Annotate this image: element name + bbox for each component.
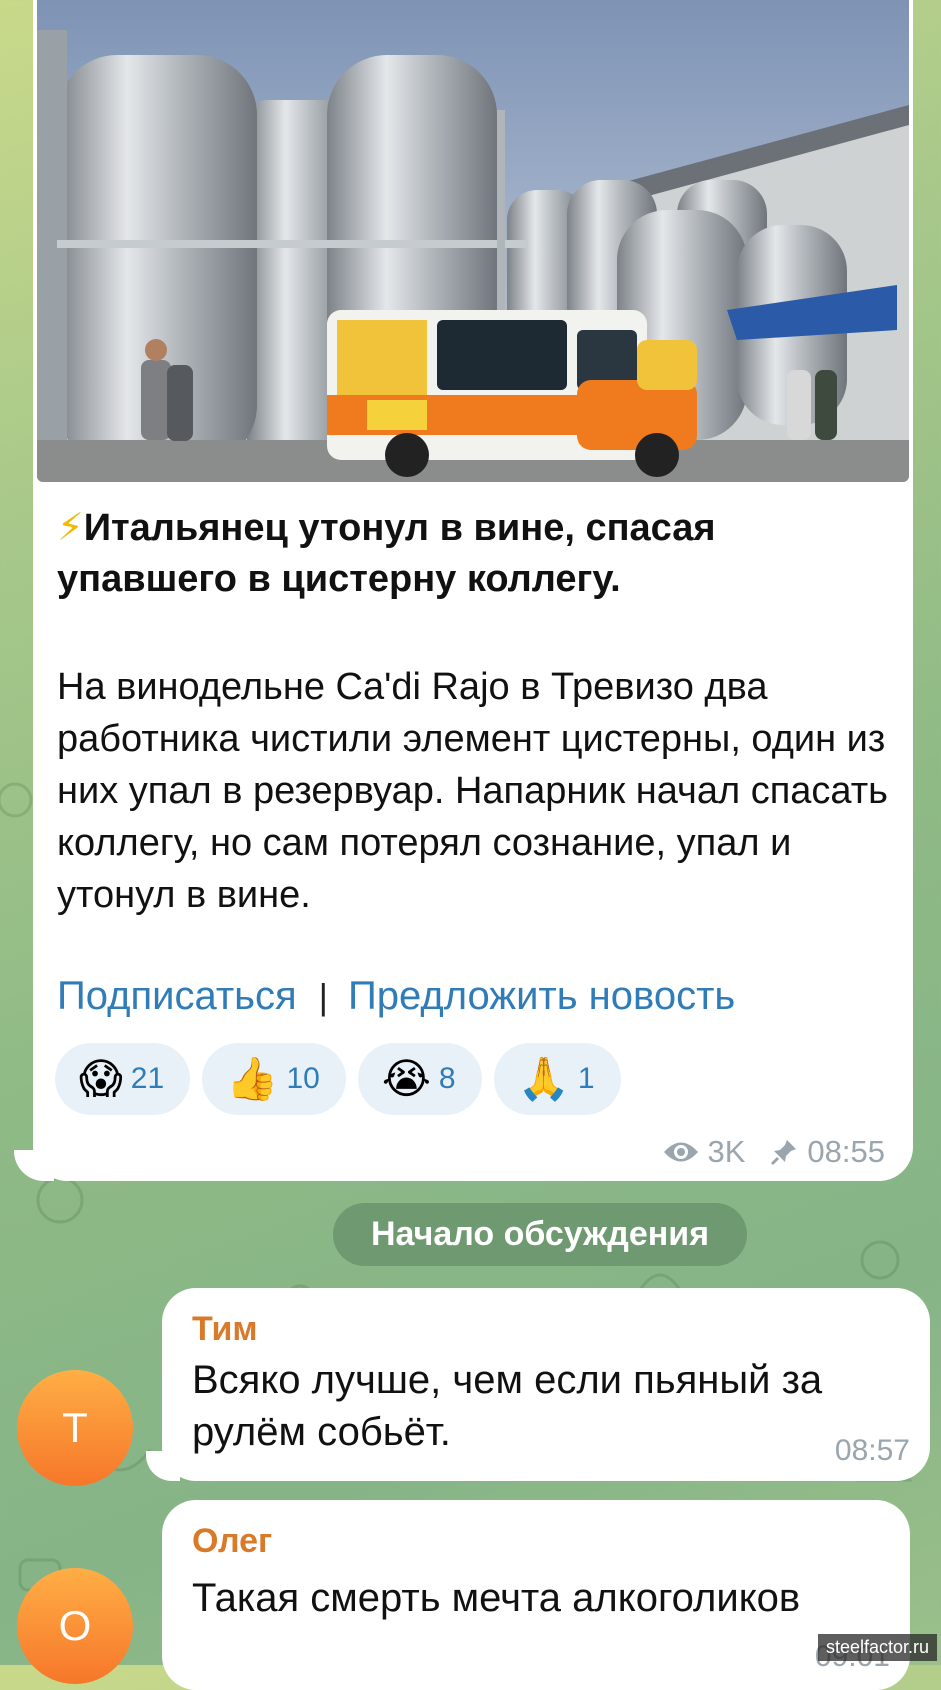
eye-icon <box>663 1142 698 1162</box>
bubble-tail <box>146 1451 180 1481</box>
reaction-count: 10 <box>286 1062 320 1095</box>
thumbs-up-icon: 👍 <box>226 1055 279 1102</box>
comment-author[interactable]: Тим <box>192 1310 258 1349</box>
comment-text: Всяко лучше, чем если пьяный за рулём со… <box>192 1358 823 1454</box>
suggest-news-link[interactable]: Предложить новость <box>348 974 735 1019</box>
reaction-screaming[interactable]: 😱 21 <box>55 1043 191 1115</box>
reaction-count: 21 <box>130 1062 165 1095</box>
view-count: 3K <box>707 1134 746 1169</box>
discussion-start-label: Начало обсуждения <box>333 1203 747 1266</box>
channel-post: ⚡Итальянец утонул в вине, спасая упавшег… <box>33 0 913 1181</box>
folded-hands-icon: 🙏 <box>517 1055 570 1102</box>
reactions-bar: 😱 21 👍 10 😭 8 🙏 1 <box>55 1043 621 1115</box>
watermark: steelfactor.ru <box>817 1634 937 1661</box>
post-title: ⚡Итальянец утонул в вине, спасая упавшег… <box>57 503 877 605</box>
reaction-count: 1 <box>577 1062 595 1095</box>
post-time: 08:55 <box>807 1134 885 1169</box>
comment-bubble: Олег Такая смерть мечта алкоголиков 09:0… <box>162 1500 910 1690</box>
reaction-crying[interactable]: 😭 8 <box>357 1043 482 1115</box>
comment-text: Такая смерть мечта алкоголиков <box>192 1576 801 1620</box>
lightning-icon: ⚡ <box>57 507 84 549</box>
reaction-count: 8 <box>438 1062 456 1095</box>
subscribe-link[interactable]: Подписаться <box>57 974 297 1019</box>
reaction-thumbs-up[interactable]: 👍 10 <box>202 1043 346 1115</box>
pin-icon <box>771 1140 797 1166</box>
post-photo[interactable] <box>37 0 909 482</box>
crying-face-icon: 😭 <box>381 1055 431 1102</box>
comment-time: 08:57 <box>834 1434 910 1467</box>
reaction-folded-hands[interactable]: 🙏 1 <box>493 1043 621 1115</box>
post-title-text: Итальянец утонул в вине, спасая упавшего… <box>57 507 716 600</box>
winery-tanks-ambulance-image <box>37 0 909 482</box>
avatar[interactable]: Т <box>17 1370 133 1486</box>
link-separator: | <box>318 975 329 1017</box>
screaming-face-icon: 😱 <box>79 1055 123 1102</box>
post-body-text: На винодельне Ca'di Rajo в Тревизо два р… <box>57 666 888 916</box>
comment-bubble: Тим Всяко лучше, чем если пьяный за рулё… <box>146 1288 930 1481</box>
comment-author[interactable]: Олег <box>192 1522 272 1561</box>
post-links: Подписаться | Предложить новость <box>57 974 735 1019</box>
post-meta: 3K 08:55 <box>662 1134 885 1170</box>
avatar[interactable]: О <box>17 1568 133 1684</box>
